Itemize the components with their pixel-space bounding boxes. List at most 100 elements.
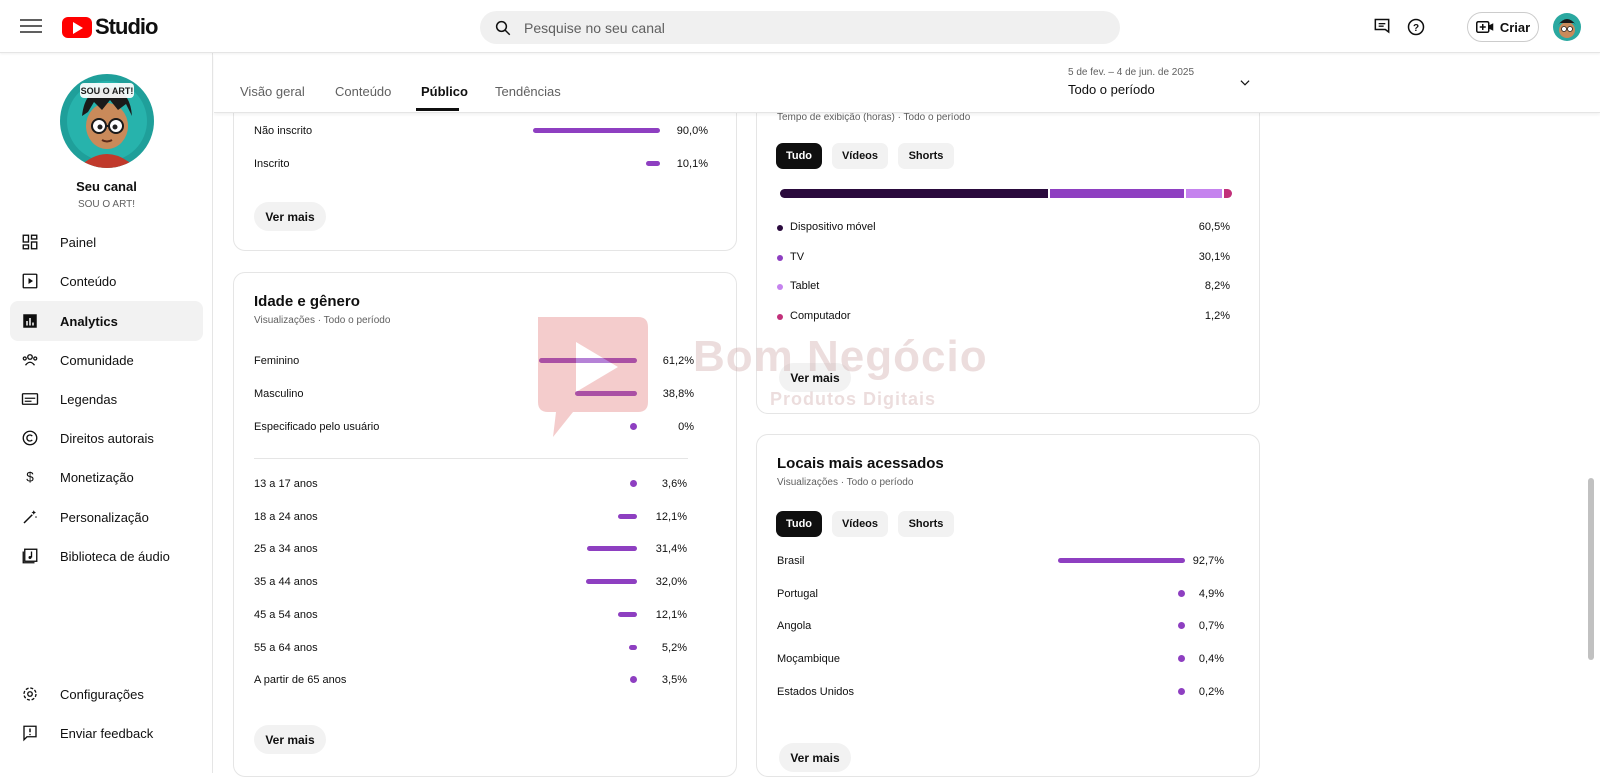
sidebar-item-configuracoes[interactable]: Configurações: [10, 674, 203, 714]
card-subtitle: Tempo de exibição (horas) · Todo o perío…: [777, 112, 971, 123]
see-more-button[interactable]: Ver mais: [254, 725, 326, 754]
sidebar-item-analytics[interactable]: Analytics: [10, 301, 203, 341]
sidebar-item-painel[interactable]: Painel: [10, 222, 203, 262]
card-subtitle: Visualizações · Todo o período: [777, 477, 914, 488]
row-value: 38,8%: [662, 388, 694, 400]
sidebar-item-enviar-feedback[interactable]: Enviar feedback: [10, 713, 203, 753]
card-title: Idade e gênero: [254, 293, 360, 310]
row-value: 90,0%: [676, 125, 708, 137]
settings-icon: [20, 684, 40, 704]
account-avatar[interactable]: [1553, 13, 1581, 41]
sidebar-item-label: Monetização: [60, 469, 134, 485]
bar-feminino: [539, 358, 637, 363]
search-input[interactable]: [524, 19, 1084, 36]
sidebar-item-label: Personalização: [60, 509, 149, 525]
chip-tudo[interactable]: Tudo: [776, 511, 822, 537]
chip-videos[interactable]: Vídeos: [832, 143, 888, 169]
age-dot: [630, 480, 637, 487]
age-row-label: A partir de 65 anos: [254, 674, 347, 687]
sidebar-item-label: Painel: [60, 234, 97, 250]
logo-text: Studio: [95, 14, 158, 39]
see-more-button[interactable]: Ver mais: [254, 202, 326, 231]
legend-dot: [777, 313, 783, 320]
chevron-down-icon[interactable]: [1238, 76, 1252, 90]
create-label: Criar: [1499, 19, 1531, 35]
active-tab-indicator: [416, 108, 459, 111]
sidebar-item-label: Configurações: [60, 686, 144, 702]
svg-text:?: ?: [1413, 23, 1419, 34]
age-row-value: 3,6%: [661, 478, 687, 490]
age-row-label: 18 a 24 anos: [254, 510, 318, 523]
channel-name: Seu canal: [76, 179, 137, 194]
create-button[interactable]: Criar: [1467, 12, 1539, 42]
sidebar-item-conteudo[interactable]: Conteúdo: [10, 261, 203, 301]
age-row-label: 35 a 44 anos: [254, 576, 318, 589]
date-range-dates[interactable]: 5 de fev. – 4 de jun. de 2025: [1068, 67, 1194, 78]
location-row-label: Moçambique: [777, 653, 840, 666]
row-value: 0%: [678, 421, 694, 433]
avatar-caption: SOU O ART!: [81, 86, 134, 96]
location-row-value: 4,9%: [1198, 587, 1224, 600]
tab-visao-geral[interactable]: Visão geral: [240, 84, 305, 99]
sidebar-item-direitos-autorais[interactable]: Direitos autorais: [10, 418, 203, 458]
create-video-icon: [1475, 21, 1494, 33]
age-row-value: 3,5%: [661, 674, 687, 687]
search-bar[interactable]: [480, 11, 1120, 44]
tab-conteudo[interactable]: Conteúdo: [335, 84, 391, 99]
feedback-icon: [20, 723, 40, 743]
customization-icon: [20, 507, 40, 527]
sidebar-item-label: Enviar feedback: [60, 725, 154, 741]
chip-shorts[interactable]: Shorts: [898, 511, 954, 537]
chip-videos[interactable]: Vídeos: [832, 511, 888, 537]
chip-shorts[interactable]: Shorts: [898, 143, 954, 169]
bar-masculino: [574, 391, 637, 396]
age-dot: [630, 676, 637, 684]
menu-icon[interactable]: [20, 16, 42, 36]
chip-tudo[interactable]: Tudo: [776, 143, 822, 169]
see-more-button[interactable]: Ver mais: [779, 743, 851, 772]
date-range-label[interactable]: Todo o período: [1068, 82, 1155, 97]
location-row-value: 0,2%: [1198, 685, 1224, 698]
tab-publico[interactable]: Público: [421, 84, 468, 99]
studio-logo[interactable]: Studio: [62, 14, 158, 40]
see-more-button[interactable]: Ver mais: [779, 363, 851, 392]
tab-tendencias[interactable]: Tendências: [495, 84, 561, 99]
comments-icon[interactable]: [1372, 17, 1392, 37]
location-bar: [1058, 558, 1185, 563]
legend-dot: [777, 284, 783, 290]
age-bar: [617, 611, 637, 617]
row-label: Inscrito: [254, 158, 290, 170]
community-icon: [20, 350, 40, 370]
device-segment: [1224, 189, 1232, 198]
device-segment: [1185, 189, 1222, 198]
sidebar-item-legendas[interactable]: Legendas: [10, 379, 203, 419]
youtube-play-icon: [62, 16, 92, 38]
audio-library-icon: [20, 546, 40, 566]
age-bar: [586, 546, 637, 552]
channel-avatar[interactable]: SOU O ART!: [60, 74, 154, 168]
page-scrollbar[interactable]: [1588, 478, 1594, 660]
subtitles-icon: [20, 389, 40, 409]
sidebar-item-comunidade[interactable]: Comunidade: [10, 340, 203, 380]
device-row-value: 1,2%: [1204, 309, 1230, 322]
sidebar-item-label: Biblioteca de áudio: [60, 548, 170, 564]
sidebar: SOU O ART! Seu canal SOU O ART! Painel C…: [0, 53, 213, 773]
analytics-tabs-bar: Visão geral Conteúdo Público Tendências …: [214, 54, 1600, 113]
device-row-value: 60,5%: [1198, 221, 1230, 233]
device-row-value: 30,1%: [1198, 250, 1230, 263]
age-row-label: 55 a 64 anos: [254, 641, 318, 654]
dot-especificado: [630, 423, 637, 430]
age-bar: [585, 579, 637, 585]
sidebar-item-label: Comunidade: [60, 352, 134, 368]
device-row-value: 8,2%: [1204, 280, 1230, 292]
search-icon: [495, 20, 511, 35]
sidebar-item-monetizacao[interactable]: $ Monetização: [10, 457, 203, 497]
sidebar-item-biblioteca-de-audio[interactable]: Biblioteca de áudio: [10, 536, 203, 576]
age-gender-card: Idade e gênero Visualizações · Todo o pe…: [233, 272, 737, 777]
sidebar-item-personalizacao[interactable]: Personalização: [10, 497, 203, 537]
device-row-label: Computador: [790, 309, 851, 322]
help-icon[interactable]: ?: [1406, 17, 1426, 37]
row-label: Especificado pelo usuário: [254, 421, 380, 433]
location-row-label: Angola: [777, 620, 812, 633]
age-row-value: 5,2%: [661, 641, 687, 654]
